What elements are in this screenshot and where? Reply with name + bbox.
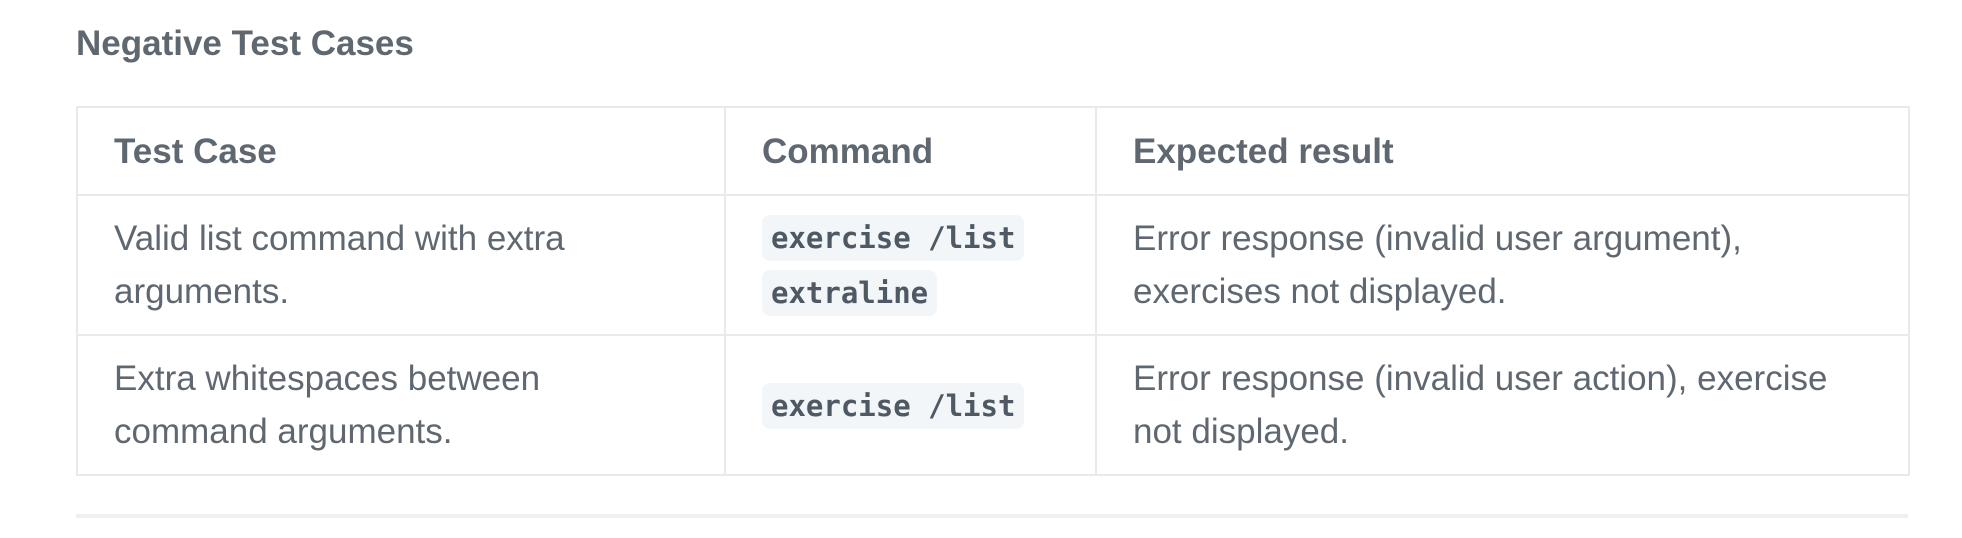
cell-expected-result: Error response (invalid user action), ex… — [1095, 334, 1910, 476]
cell-expected-result: Error response (invalid user argument), … — [1095, 194, 1910, 336]
cell-command: exercise /list — [724, 334, 1097, 476]
page: Negative Test Cases Test Case Command Ex… — [0, 0, 1962, 538]
command-code: exercise /list — [762, 382, 1025, 429]
table-row: Extra whitespaces between command argume… — [76, 334, 1910, 476]
command-code: exercise /list extraline — [762, 215, 1025, 316]
negative-test-cases-table: Test Case Command Expected result Valid … — [76, 106, 1910, 476]
header-command: Command — [724, 106, 1097, 196]
table-header-row: Test Case Command Expected result — [76, 106, 1910, 196]
cell-test-case: Extra whitespaces between command argume… — [76, 334, 726, 476]
table-row: Valid list command with extra arguments.… — [76, 194, 1910, 336]
header-expected-result: Expected result — [1095, 106, 1910, 196]
header-test-case: Test Case — [76, 106, 726, 196]
section-heading: Negative Test Cases — [76, 24, 414, 63]
cell-command: exercise /list extraline — [724, 194, 1097, 336]
horizontal-divider — [76, 514, 1908, 518]
cell-test-case: Valid list command with extra arguments. — [76, 194, 726, 336]
